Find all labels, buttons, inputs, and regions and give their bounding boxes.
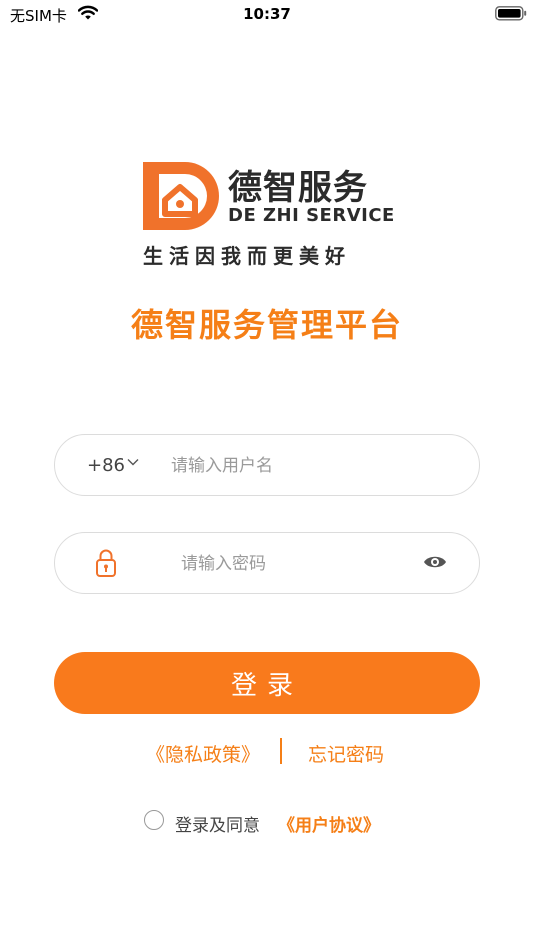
- user-agreement-link[interactable]: 《用户协议》: [278, 811, 380, 836]
- chevron-down-icon[interactable]: [127, 457, 139, 467]
- brand-slogan: 生活因我而更美好: [143, 244, 351, 268]
- password-input[interactable]: [179, 549, 413, 579]
- links-divider: [280, 738, 282, 764]
- password-field: [54, 532, 480, 594]
- brand-name-cn: 德智服务: [228, 168, 368, 208]
- agree-checkbox[interactable]: [144, 810, 164, 830]
- page-title: 德智服务管理平台: [130, 306, 403, 344]
- eye-icon[interactable]: [423, 553, 447, 571]
- battery-icon: [495, 6, 527, 21]
- lock-icon: [96, 549, 116, 577]
- status-bar: 无SIM卡 10:37: [0, 0, 534, 30]
- house-d-logo-icon: [143, 162, 219, 230]
- username-input[interactable]: [169, 451, 453, 481]
- brand-name-en: DE ZHI SERVICE: [228, 205, 395, 226]
- forgot-password-link[interactable]: 忘记密码: [308, 740, 384, 767]
- username-field: +86: [54, 434, 480, 496]
- login-button[interactable]: 登录: [54, 652, 480, 714]
- privacy-policy-link[interactable]: 《隐私政策》: [146, 740, 260, 767]
- agreement-text: 登录及同意: [175, 816, 260, 836]
- country-code-selector[interactable]: +86: [87, 455, 125, 476]
- clock: 10:37: [243, 5, 291, 23]
- auxiliary-links: 《隐私政策》 忘记密码: [0, 738, 534, 766]
